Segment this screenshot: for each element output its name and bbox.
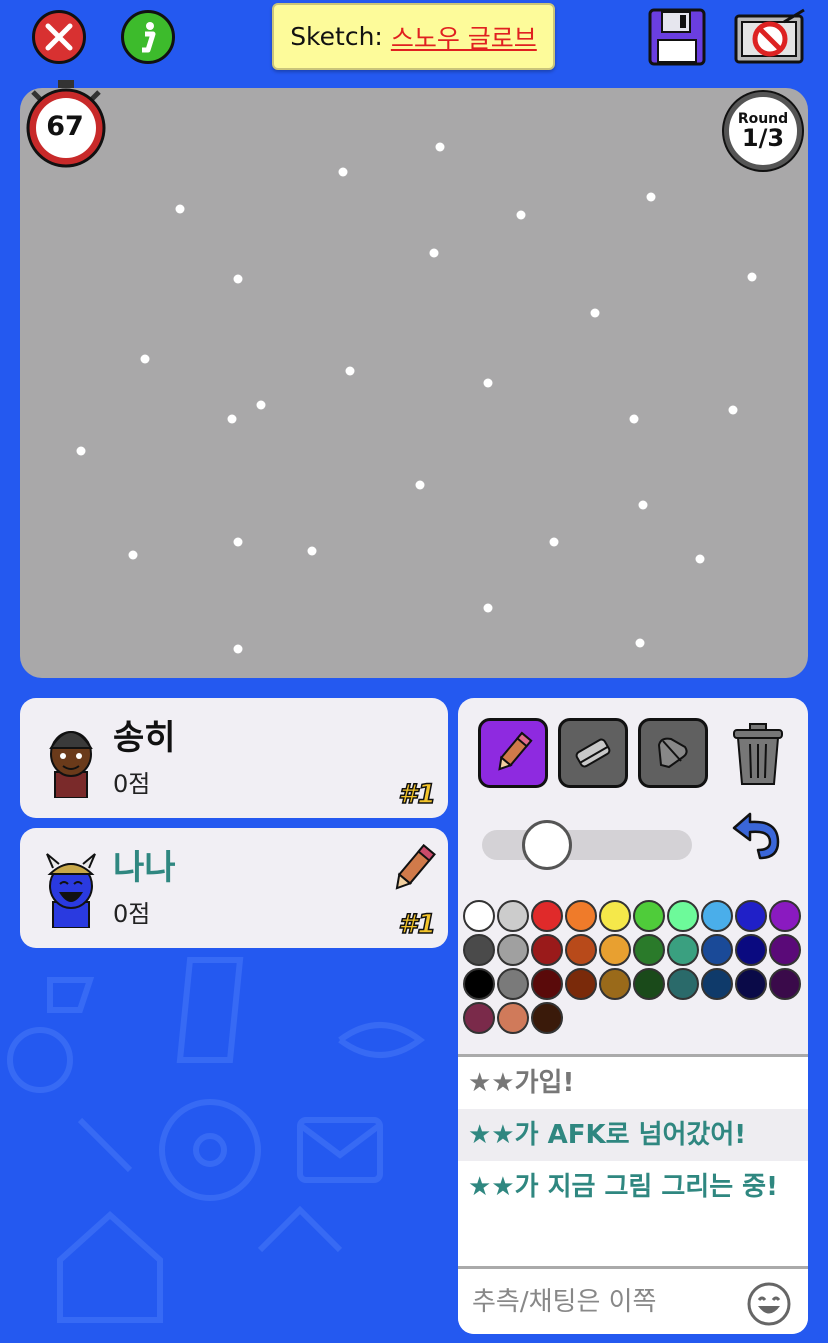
color-swatch[interactable] <box>531 968 563 1000</box>
drawing-canvas[interactable] <box>20 88 808 678</box>
color-swatch[interactable] <box>769 968 801 1000</box>
save-icon[interactable] <box>648 8 706 66</box>
chat-message: ★★가 지금 그림 그리는 중! <box>468 1172 778 1202</box>
close-button[interactable] <box>32 10 86 64</box>
player-name: 나나 <box>113 848 176 888</box>
eraser-icon <box>575 738 611 768</box>
player-card[interactable]: 송히 0점 #1 <box>20 698 448 818</box>
color-swatch[interactable] <box>463 900 495 932</box>
fill-bucket-icon <box>657 737 688 769</box>
fill-tool-button[interactable] <box>638 718 708 788</box>
player-score: 0점 <box>113 900 151 928</box>
chat-message: ★★가입! <box>468 1068 575 1098</box>
player-rank: #1 <box>398 778 437 811</box>
sketch-word: 스노우 글로브 <box>390 23 537 53</box>
color-swatch[interactable] <box>599 934 631 966</box>
color-swatch[interactable] <box>735 900 767 932</box>
color-swatch[interactable] <box>701 934 733 966</box>
trash-icon[interactable] <box>730 722 786 788</box>
color-swatch[interactable] <box>599 900 631 932</box>
color-swatch[interactable] <box>769 900 801 932</box>
color-swatch[interactable] <box>701 968 733 1000</box>
round-badge: Round 1/3 <box>724 92 802 170</box>
color-swatch[interactable] <box>463 1002 495 1034</box>
color-swatch[interactable] <box>667 900 699 932</box>
color-swatch[interactable] <box>531 1002 563 1034</box>
color-swatch[interactable] <box>633 900 665 932</box>
pencil-tool-button[interactable] <box>478 718 548 788</box>
brush-size-knob[interactable] <box>522 820 572 870</box>
color-swatch[interactable] <box>497 900 529 932</box>
color-swatch[interactable] <box>701 900 733 932</box>
sketch-word-box: Sketch: 스노우 글로브 <box>272 3 555 70</box>
emoji-icon[interactable] <box>746 1281 792 1327</box>
color-swatch[interactable] <box>497 934 529 966</box>
brush-size-slider[interactable] <box>482 830 692 860</box>
timer-value: 67 <box>46 111 84 142</box>
close-icon <box>45 23 73 51</box>
tools-panel: ★★가입! ★★가 AFK로 넘어갔어! ★★가 지금 그림 그리는 중! <box>458 698 808 1334</box>
color-swatch[interactable] <box>633 968 665 1000</box>
eraser-tool-button[interactable] <box>558 718 628 788</box>
player-avatar <box>49 731 93 798</box>
color-swatch[interactable] <box>565 900 597 932</box>
player-name: 송히 <box>113 718 176 758</box>
chat-input[interactable] <box>470 1281 744 1323</box>
color-swatch[interactable] <box>463 934 495 966</box>
color-swatch[interactable] <box>565 934 597 966</box>
report-drawing-icon[interactable] <box>734 8 806 66</box>
player-avatar <box>46 853 96 928</box>
player-rank: #1 <box>398 908 437 941</box>
snow-dots <box>76 142 757 654</box>
color-swatch[interactable] <box>531 934 563 966</box>
player-card[interactable]: 나나 0점 #1 <box>20 828 448 948</box>
info-icon <box>142 22 156 53</box>
info-button[interactable] <box>121 10 175 64</box>
chat-input-bar <box>458 1266 808 1334</box>
round-value: 1/3 <box>741 124 785 152</box>
undo-icon[interactable] <box>728 810 784 862</box>
color-swatch[interactable] <box>463 968 495 1000</box>
color-swatch[interactable] <box>565 968 597 1000</box>
chat-message: ★★가 AFK로 넘어갔어! <box>458 1109 808 1161</box>
sketch-label: Sketch: <box>290 22 383 51</box>
player-score: 0점 <box>113 770 151 798</box>
color-swatch[interactable] <box>735 968 767 1000</box>
drawing-pencil-icon <box>395 843 436 890</box>
color-swatch[interactable] <box>667 934 699 966</box>
color-swatch[interactable] <box>735 934 767 966</box>
color-swatch[interactable] <box>497 968 529 1000</box>
pencil-icon <box>498 731 533 771</box>
color-swatch[interactable] <box>769 934 801 966</box>
color-swatch[interactable] <box>667 968 699 1000</box>
chat-log[interactable]: ★★가입! ★★가 AFK로 넘어갔어! ★★가 지금 그림 그리는 중! <box>458 1054 808 1269</box>
color-swatch[interactable] <box>531 900 563 932</box>
color-swatch[interactable] <box>599 968 631 1000</box>
color-swatch[interactable] <box>633 934 665 966</box>
color-swatch[interactable] <box>497 1002 529 1034</box>
